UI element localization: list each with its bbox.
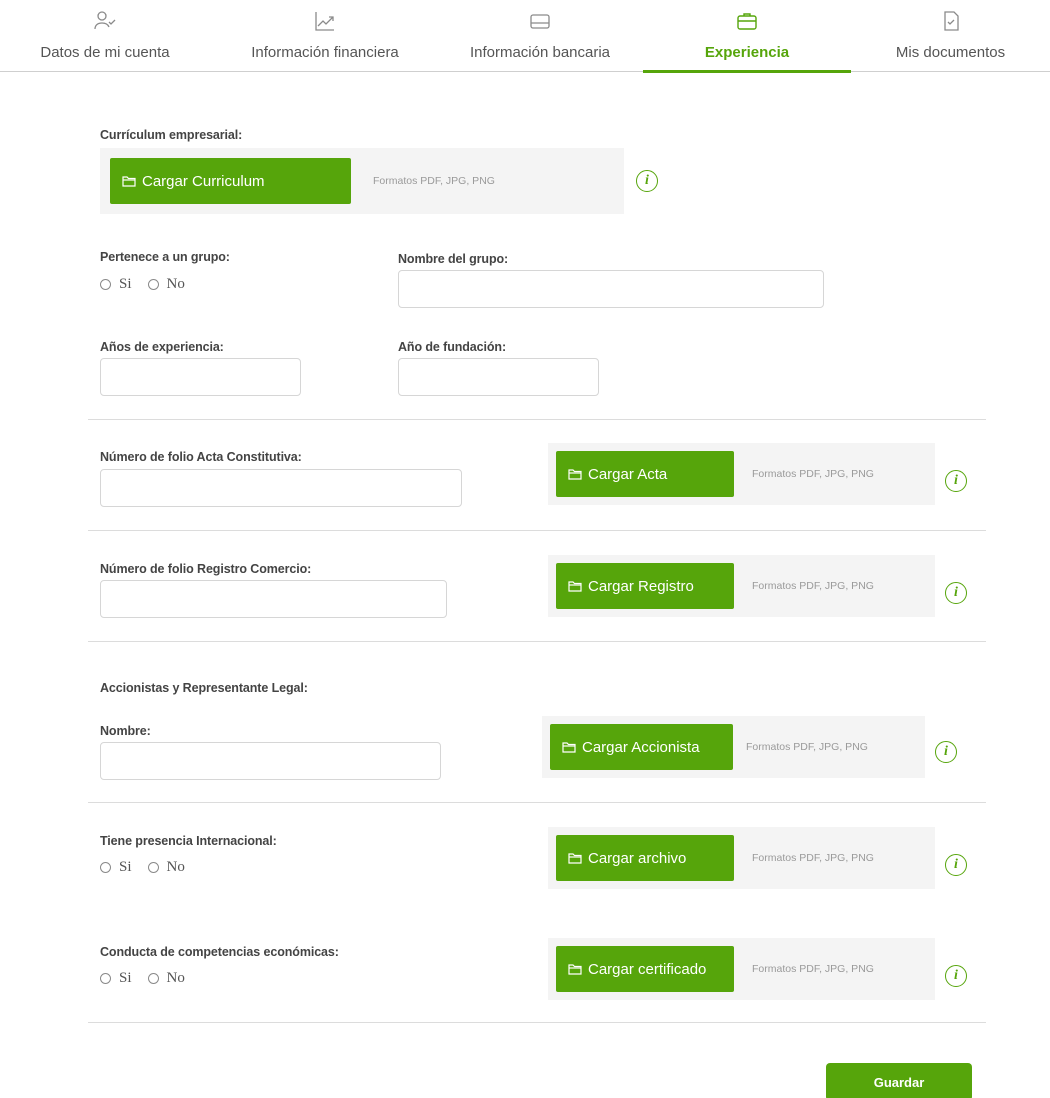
radio-circle[interactable] [147, 861, 159, 873]
folder-icon [568, 580, 582, 592]
radio-label: Si [119, 275, 132, 292]
tab-datos-de-mi-cuenta[interactable]: Datos de mi cuenta [0, 0, 210, 72]
acta-label: Número de folio Acta Constitutiva: [100, 450, 302, 464]
radio-circle[interactable] [147, 972, 159, 984]
cargar-accionista-button[interactable]: Cargar Accionista [550, 724, 733, 770]
folder-icon [562, 741, 576, 753]
curriculum-label: Currículum empresarial: [100, 128, 243, 142]
pertenece-grupo-label: Pertenece a un grupo: [100, 250, 230, 264]
tab-label: Información bancaria [469, 44, 611, 61]
tab-label: Información financiera [251, 44, 399, 61]
folder-icon [568, 468, 582, 480]
conducta-upload-box: Cargar certificado Formatos PDF, JPG, PN… [548, 938, 935, 1000]
info-icon[interactable]: i [636, 170, 658, 192]
radio-si[interactable]: Si [100, 970, 132, 987]
tab-mis-documentos[interactable]: Mis documentos [851, 0, 1050, 72]
conducta-radio-group: Si No [100, 968, 201, 988]
folder-icon [122, 175, 136, 187]
guardar-button[interactable]: Guardar [826, 1063, 972, 1098]
internacional-radio-group: Si No [100, 857, 201, 877]
button-label: Cargar Registro [588, 577, 694, 595]
tab-informacion-financiera[interactable]: Información financiera [210, 0, 440, 72]
radio-label: Si [119, 858, 132, 875]
info-icon[interactable]: i [945, 582, 967, 604]
button-label: Cargar Curriculum [142, 172, 265, 190]
registro-upload-box: Cargar Registro Formatos PDF, JPG, PNG [548, 555, 935, 617]
info-icon[interactable]: i [945, 965, 967, 987]
curriculum-upload-box: Cargar Curriculum Formatos PDF, JPG, PNG [100, 148, 624, 214]
formats-text: Formatos PDF, JPG, PNG [752, 852, 874, 864]
cargar-curriculum-button[interactable]: Cargar Curriculum [110, 158, 351, 204]
briefcase-icon [736, 10, 758, 32]
formats-text: Formatos PDF, JPG, PNG [746, 741, 868, 753]
divider [88, 641, 986, 642]
formats-text: Formatos PDF, JPG, PNG [373, 175, 495, 187]
divider [88, 802, 986, 803]
nombre-grupo-input[interactable] [398, 270, 824, 308]
folder-icon [568, 852, 582, 864]
anios-experiencia-label: Años de experiencia: [100, 340, 224, 354]
formats-text: Formatos PDF, JPG, PNG [752, 963, 874, 975]
info-icon[interactable]: i [945, 854, 967, 876]
cargar-archivo-button[interactable]: Cargar archivo [556, 835, 734, 881]
divider [88, 419, 986, 420]
acta-upload-box: Cargar Acta Formatos PDF, JPG, PNG [548, 443, 935, 505]
acta-input[interactable] [100, 469, 462, 507]
divider [88, 1022, 986, 1023]
tab-label: Mis documentos [895, 44, 1006, 61]
nombre-grupo-label: Nombre del grupo: [398, 252, 509, 266]
chart-line-icon [314, 10, 336, 32]
anios-experiencia-input[interactable] [100, 358, 301, 396]
radio-si[interactable]: Si [100, 859, 132, 876]
cargar-acta-button[interactable]: Cargar Acta [556, 451, 734, 497]
button-label: Cargar certificado [588, 960, 707, 978]
button-label: Cargar archivo [588, 849, 687, 867]
tab-informacion-bancaria[interactable]: Información bancaria [440, 0, 640, 72]
user-check-icon [94, 10, 116, 32]
folder-icon [568, 963, 582, 975]
anio-fundacion-label: Año de fundación: [398, 340, 507, 354]
tab-label: Experiencia [704, 44, 790, 61]
info-icon[interactable]: i [935, 741, 957, 763]
radio-si[interactable]: Si [100, 276, 132, 293]
tab-bar: Datos de mi cuenta Información financier… [0, 0, 1050, 73]
radio-no[interactable]: No [147, 275, 185, 293]
button-label: Cargar Accionista [582, 738, 700, 756]
radio-label: No [166, 275, 185, 292]
card-icon [529, 10, 551, 32]
divider [88, 530, 986, 531]
button-label: Cargar Acta [588, 465, 668, 483]
anio-fundacion-input[interactable] [398, 358, 599, 396]
radio-label: No [166, 858, 185, 875]
tab-experiencia[interactable]: Experiencia [643, 0, 851, 73]
formats-text: Formatos PDF, JPG, PNG [752, 580, 874, 592]
internacional-upload-box: Cargar archivo Formatos PDF, JPG, PNG [548, 827, 935, 889]
accionista-nombre-input[interactable] [100, 742, 441, 780]
radio-no[interactable]: No [147, 969, 185, 987]
radio-circle[interactable] [100, 972, 111, 984]
cargar-certificado-button[interactable]: Cargar certificado [556, 946, 734, 992]
radio-no[interactable]: No [147, 858, 185, 876]
accionista-upload-box: Cargar Accionista Formatos PDF, JPG, PNG [542, 716, 925, 778]
conducta-label: Conducta de competencias económicas: [100, 945, 339, 959]
cargar-registro-button[interactable]: Cargar Registro [556, 563, 734, 609]
formats-text: Formatos PDF, JPG, PNG [752, 468, 874, 480]
accionista-nombre-label: Nombre: [100, 724, 151, 738]
radio-label: No [166, 969, 185, 986]
document-check-icon [940, 10, 962, 32]
tab-label: Datos de mi cuenta [40, 44, 170, 61]
radio-label: Si [119, 969, 132, 986]
registro-label: Número de folio Registro Comercio: [100, 562, 312, 576]
radio-circle[interactable] [147, 278, 159, 290]
radio-circle[interactable] [100, 861, 111, 873]
info-icon[interactable]: i [945, 470, 967, 492]
internacional-label: Tiene presencia Internacional: [100, 834, 277, 848]
registro-input[interactable] [100, 580, 447, 618]
radio-circle[interactable] [100, 278, 111, 290]
pertenece-grupo-radio-group: Si No [100, 274, 201, 294]
accionistas-section-label: Accionistas y Representante Legal: [100, 681, 308, 695]
